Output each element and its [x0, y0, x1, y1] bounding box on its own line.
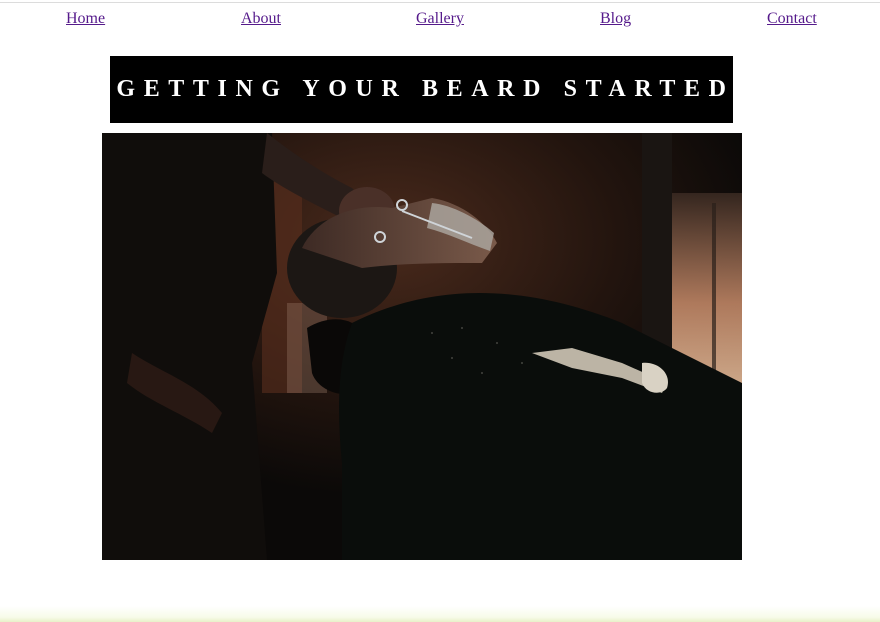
barber-photo: [102, 133, 742, 560]
bottom-decor: [0, 606, 880, 622]
nav-link-blog[interactable]: Blog: [600, 10, 631, 28]
nav-link-contact[interactable]: Contact: [767, 10, 817, 28]
top-divider: [0, 2, 880, 3]
page-title-banner: GETTING YOUR BEARD STARTED: [110, 56, 733, 123]
nav-link-about[interactable]: About: [241, 10, 281, 28]
nav-link-gallery[interactable]: Gallery: [416, 10, 464, 28]
main-nav: Home About Gallery Blog Contact: [0, 10, 880, 34]
page-title: GETTING YOUR BEARD STARTED: [116, 76, 735, 102]
nav-link-home[interactable]: Home: [66, 10, 105, 28]
